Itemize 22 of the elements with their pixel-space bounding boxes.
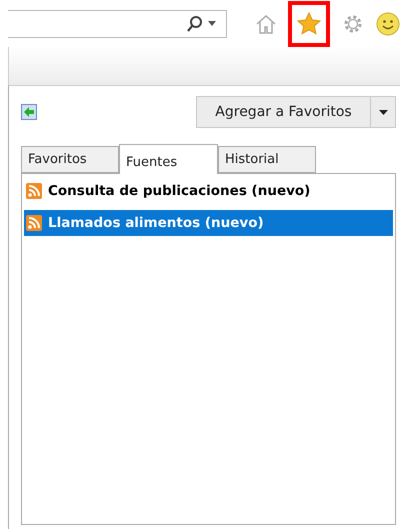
caret-icon	[378, 110, 388, 114]
tab[interactable]: Historial	[218, 146, 316, 173]
dropdown-button[interactable]	[371, 96, 396, 128]
toolbar-button[interactable]	[375, 10, 400, 38]
rss-icon	[26, 215, 42, 231]
feed-title: Llamados alimentos (nuevo)	[48, 215, 264, 231]
smiley-icon	[376, 12, 400, 36]
add-to-favorites-button[interactable]: Agregar a Favoritos	[196, 96, 371, 128]
home-icon	[254, 12, 277, 34]
feed-title: Consulta de publicaciones (nuevo)	[48, 183, 310, 199]
feed-item[interactable]: Llamados alimentos (nuevo)	[24, 210, 393, 236]
rss-icon	[26, 183, 42, 199]
back-arrow-icon[interactable]	[21, 104, 37, 120]
settings-icon	[342, 12, 364, 34]
feed-item[interactable]: Consulta de publicaciones (nuevo)	[24, 178, 393, 204]
address-field[interactable]	[8, 10, 228, 38]
tab[interactable]: Fuentes	[119, 144, 218, 174]
tab[interactable]: Favoritos	[21, 146, 119, 173]
search-icon	[186, 14, 204, 32]
star-icon	[297, 12, 322, 36]
toolbar-button[interactable]	[288, 0, 330, 46]
caret-icon	[208, 21, 216, 26]
